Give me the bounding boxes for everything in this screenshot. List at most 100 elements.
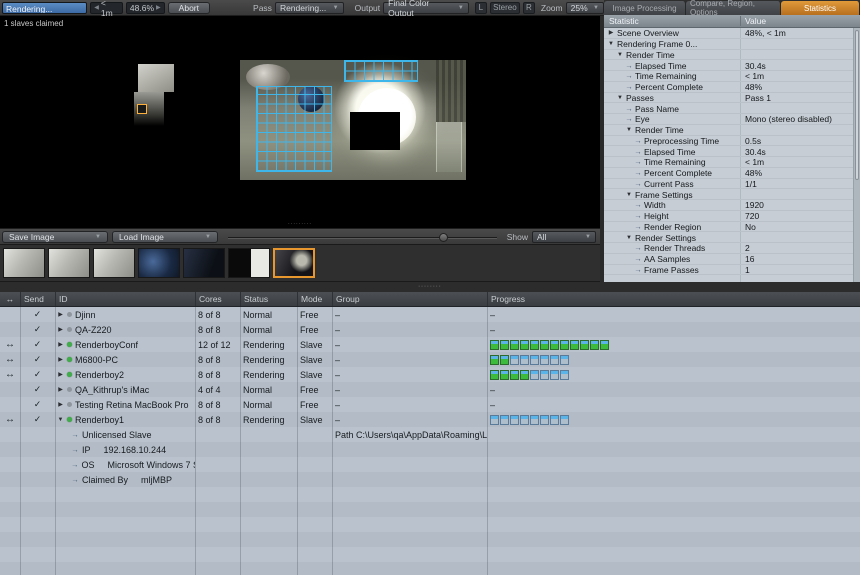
cores-column-header[interactable]: Cores <box>195 292 240 306</box>
statistic-column-header[interactable]: Statistic <box>604 16 740 26</box>
statistic-row[interactable]: →EyeMono (stereo disabled) <box>604 114 860 125</box>
send-checkbox[interactable]: ✓ <box>20 384 55 395</box>
pass-dropdown[interactable]: Rendering... ▼ <box>275 2 344 14</box>
column-divider <box>20 307 21 575</box>
status-column-header[interactable]: Status <box>240 292 297 306</box>
send-checkbox[interactable]: ✓ <box>20 414 55 425</box>
output-dropdown[interactable]: Final Color Output ▼ <box>383 2 469 14</box>
send-checkbox[interactable]: ✓ <box>20 324 55 335</box>
statistic-row[interactable]: →Render RegionNo <box>604 222 860 233</box>
collapse-arrow-icon[interactable]: ▼ <box>57 417 64 423</box>
slave-detail-row[interactable]: →Claimed BymljMBP <box>0 472 860 487</box>
collapse-arrow-icon[interactable]: ▼ <box>625 125 633 135</box>
panel-splitter[interactable]: ∙∙∙∙∙∙∙∙ <box>0 282 860 292</box>
viewport-scrollbar[interactable]: ∙∙∙∙∙∙∙∙∙ <box>0 221 600 227</box>
cores-cell: 8 of 8 <box>195 310 240 320</box>
send-checkbox[interactable]: ✓ <box>20 369 55 380</box>
abort-button[interactable]: Abort <box>168 2 210 14</box>
slave-detail-row[interactable]: →Unlicensed SlavePath C:\Users\qa\AppDat… <box>0 427 860 442</box>
collapse-arrow-icon[interactable]: ▼ <box>616 93 624 103</box>
stereo-right-button[interactable]: R <box>523 2 535 14</box>
slave-name: Renderboy2 <box>75 370 124 380</box>
slave-row[interactable]: ✓▶Testing Retina MacBook Pro8 of 8Normal… <box>0 397 860 412</box>
mode-column-header[interactable]: Mode <box>297 292 332 306</box>
progress-column-header[interactable]: Progress <box>487 292 860 306</box>
statistic-row[interactable]: ▼PassesPass 1 <box>604 93 860 104</box>
slave-row[interactable]: ↔✓▶M6800-PC8 of 8RenderingSlave– <box>0 352 860 367</box>
send-column-header[interactable]: Send <box>20 292 55 306</box>
send-checkbox[interactable]: ✓ <box>20 339 55 350</box>
image-history-slider[interactable] <box>228 230 497 244</box>
statistics-scrollbar[interactable] <box>853 28 860 283</box>
send-checkbox[interactable]: ✓ <box>20 309 55 320</box>
show-dropdown[interactable]: All ▼ <box>532 231 596 243</box>
thumbnail-2[interactable] <box>48 248 90 278</box>
slave-detail-row[interactable]: →OSMicrosoft Windows 7 Service ... <box>0 457 860 472</box>
statistic-row[interactable]: →Elapsed Time30.4s <box>604 146 860 157</box>
statistic-name: Height <box>644 211 669 221</box>
statistic-row[interactable]: →Preprocessing Time0.5s <box>604 136 860 147</box>
slave-row[interactable]: ✓▶QA-Z2208 of 8NormalFree–– <box>0 322 860 337</box>
thumbnail-5[interactable] <box>183 248 225 278</box>
statistic-row[interactable]: →Pass Name <box>604 103 860 114</box>
scrollbar-thumb[interactable] <box>855 30 859 180</box>
statistic-row[interactable]: ▶Scene Overview48%, < 1m <box>604 28 860 39</box>
collapse-arrow-icon[interactable]: ▼ <box>616 50 624 60</box>
slave-row[interactable]: ↔✓▶RenderboyConf12 of 12RenderingSlave– <box>0 337 860 352</box>
slave-row[interactable]: ↔✓▼Renderboy18 of 8RenderingSlave– <box>0 412 860 427</box>
thumbnail-6[interactable] <box>228 248 270 278</box>
collapse-arrow-icon[interactable]: ▼ <box>625 190 633 200</box>
expand-arrow-icon[interactable]: ▶ <box>607 28 615 38</box>
load-image-button[interactable]: Load Image ▼ <box>112 231 218 243</box>
group-column-header[interactable]: Group <box>332 292 487 306</box>
value-column-header[interactable]: Value <box>740 16 860 26</box>
transfer-arrows-icon: ↔ <box>0 354 20 365</box>
statistic-row[interactable]: →Percent Complete48% <box>604 168 860 179</box>
statistic-row[interactable]: ▼Frame Settings <box>604 189 860 200</box>
expand-arrow-icon[interactable]: ▶ <box>57 356 64 363</box>
thumbnail-4[interactable] <box>138 248 180 278</box>
send-checkbox[interactable]: ✓ <box>20 399 55 410</box>
stereo-left-button[interactable]: L <box>475 2 487 14</box>
statistic-row[interactable]: →Width1920 <box>604 200 860 211</box>
send-checkbox[interactable]: ✓ <box>20 354 55 365</box>
statistic-row[interactable]: ▼Rendering Frame 0... <box>604 39 860 50</box>
slave-row[interactable]: ✓▶QA_Kithrup's iMac4 of 4NormalFree–– <box>0 382 860 397</box>
expand-arrow-icon[interactable]: ▶ <box>57 326 64 333</box>
slave-detail-row[interactable]: →IP192.168.10.244 <box>0 442 860 457</box>
tab-compare-region-options[interactable]: Compare, Region, Options <box>686 1 781 15</box>
expand-arrow-icon[interactable]: ▶ <box>57 311 64 318</box>
expand-arrow-icon[interactable]: ▶ <box>57 371 64 378</box>
statistic-row[interactable]: →Time Remaining< 1m <box>604 157 860 168</box>
statistic-row[interactable]: →Frame Passes1 <box>604 265 860 276</box>
group-cell: – <box>332 310 487 320</box>
tab-image-processing[interactable]: Image Processing <box>604 1 686 15</box>
thumbnail-3[interactable] <box>93 248 135 278</box>
statistic-row[interactable]: →Elapsed Time30.4s <box>604 60 860 71</box>
zoom-dropdown[interactable]: 25% ▼ <box>566 2 604 14</box>
slave-row[interactable]: ↔✓▶Renderboy28 of 8RenderingSlave– <box>0 367 860 382</box>
statistic-row[interactable]: →Time Remaining< 1m <box>604 71 860 82</box>
statistic-row[interactable]: →Current Pass1/1 <box>604 179 860 190</box>
statistic-row[interactable]: →Render Threads2 <box>604 243 860 254</box>
statistic-row[interactable]: →Height720 <box>604 211 860 222</box>
statistic-row[interactable]: ▼Render Time <box>604 50 860 61</box>
tab-statistics[interactable]: Statistics <box>781 1 860 15</box>
statistic-row[interactable]: →Percent Complete48% <box>604 82 860 93</box>
slider-handle[interactable] <box>439 233 448 242</box>
expand-arrow-icon[interactable]: ▶ <box>57 401 64 408</box>
statistic-row[interactable]: ▼Render Time <box>604 125 860 136</box>
expand-arrow-icon[interactable]: ▶ <box>57 386 64 393</box>
save-image-button[interactable]: Save Image ▼ <box>2 231 108 243</box>
progress-cell: – <box>487 310 860 320</box>
slave-row[interactable]: ✓▶Djinn8 of 8NormalFree–– <box>0 307 860 322</box>
collapse-arrow-icon[interactable]: ▼ <box>625 233 633 243</box>
statistic-row[interactable]: ▼Render Settings <box>604 232 860 243</box>
thumbnail-1[interactable] <box>3 248 45 278</box>
collapse-arrow-icon[interactable]: ▼ <box>607 39 615 49</box>
id-column-header[interactable]: ID <box>55 292 195 306</box>
expand-arrow-icon[interactable]: ▶ <box>57 341 64 348</box>
render-viewport[interactable]: 1 slaves claimed ∙∙∙∙∙∙∙∙∙ <box>0 16 600 228</box>
thumbnail-7[interactable] <box>273 248 315 278</box>
statistic-row[interactable]: →AA Samples16 <box>604 254 860 265</box>
